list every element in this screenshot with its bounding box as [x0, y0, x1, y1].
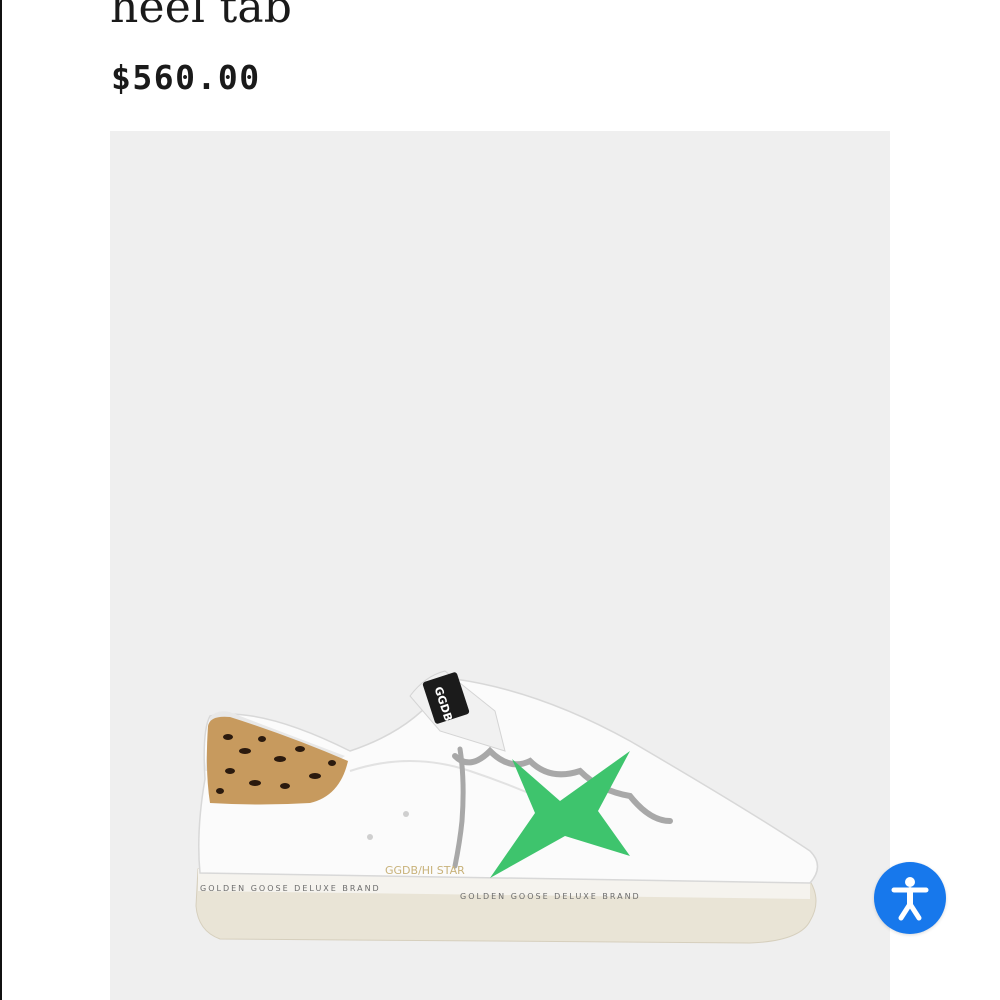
product-image[interactable]: GGDB GGDB/HI STAR GOLDEN GOOSE DELUXE BR…: [110, 131, 890, 1000]
product-price: $560.00: [111, 58, 261, 97]
accessibility-button[interactable]: [874, 862, 946, 934]
accessibility-icon: [891, 877, 929, 921]
sneaker-illustration: GGDB GGDB/HI STAR GOLDEN GOOSE DELUXE BR…: [195, 670, 819, 944]
side-label: GGDB/HI STAR: [385, 864, 465, 877]
product-title: heel tab: [110, 0, 293, 33]
sole-print-text: GOLDEN GOOSE DELUXE BRAND: [200, 884, 381, 893]
page-edge-divider: [0, 0, 2, 1000]
sole-print-text-2: GOLDEN GOOSE DELUXE BRAND: [460, 892, 641, 901]
